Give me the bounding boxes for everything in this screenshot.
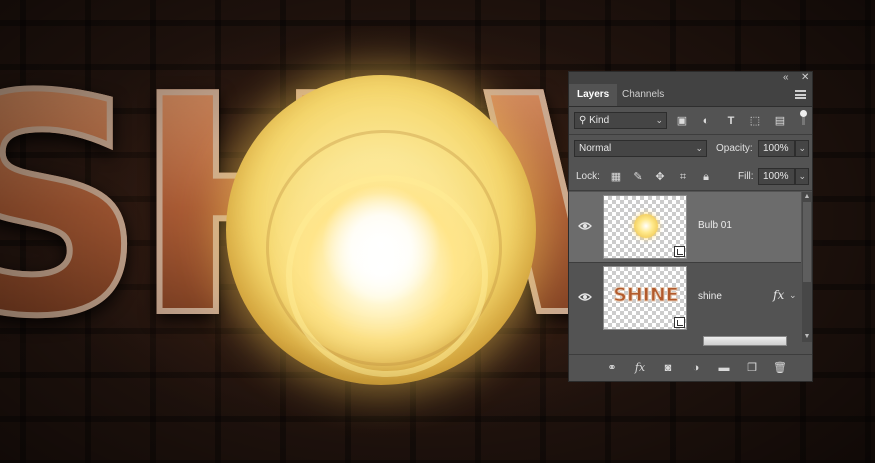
chevron-down-icon: ⌄ (655, 115, 663, 125)
scrollbar-thumb[interactable] (803, 202, 811, 282)
panel-titlebar[interactable]: « ✕ (569, 72, 812, 84)
adjustment-layer-icon[interactable]: ◑ (689, 361, 703, 375)
opacity-input[interactable]: 100% (758, 140, 795, 157)
lock-all-icon[interactable]: 🔒︎ (699, 170, 713, 184)
layer-thumbnail: SHINE (603, 266, 687, 330)
smart-object-icon (674, 317, 685, 328)
fill-input[interactable]: 100% (758, 168, 795, 185)
expand-effects-chevron-icon[interactable]: ⌄ (789, 290, 797, 301)
group-icon[interactable]: ▬ (717, 361, 731, 375)
trash-icon[interactable]: 🗑︎ (773, 361, 787, 375)
collapse-panel-icon[interactable]: « (783, 72, 789, 84)
adjustment-filter-icon[interactable]: ◐ (699, 114, 713, 128)
fill-label: Fill: (738, 171, 754, 182)
close-panel-icon[interactable]: ✕ (801, 72, 809, 84)
lock-transparent-icon[interactable]: ▦ (609, 170, 623, 184)
divider (569, 190, 812, 191)
bulb-thumbnail-image (634, 214, 658, 238)
opacity-label: Opacity: (716, 143, 753, 154)
panel-footer: ⚭ fx ◙ ◑ ▬ ❐ 🗑︎ (569, 354, 812, 381)
filter-kind-select[interactable]: ⚲ Kind ⌄ (574, 112, 667, 129)
link-layers-icon[interactable]: ⚭ (605, 361, 619, 375)
scroll-down-icon[interactable]: ▼ (802, 332, 812, 342)
tab-layers[interactable]: Layers (569, 84, 618, 106)
layer-effects-icon[interactable]: fx (773, 288, 784, 302)
lock-image-icon[interactable]: ✎ (631, 170, 645, 184)
lock-position-icon[interactable]: ✥ (653, 170, 667, 184)
layers-scrollbar[interactable]: ▲ ▼ (802, 192, 812, 342)
layer-row-bulb-01[interactable]: Bulb 01 (569, 192, 801, 262)
add-mask-icon[interactable]: ◙ (661, 361, 675, 375)
image-filter-icon[interactable]: ▣ (675, 114, 689, 128)
chevron-down-icon: ⌄ (695, 143, 703, 153)
smart-object-icon (674, 246, 685, 257)
lock-artboard-icon[interactable]: ⌗ (676, 170, 690, 184)
layers-panel: « ✕ Layers Channels ⚲ Kind ⌄ ▣ ◐ T ⬚ ▤ N… (568, 71, 813, 382)
add-style-icon[interactable]: fx (633, 361, 647, 375)
chevron-down-icon: ⌄ (798, 143, 806, 153)
layer-thumbnail (603, 195, 687, 259)
fill-dropdown[interactable]: ⌄ (795, 168, 809, 185)
chevron-down-icon: ⌄ (798, 171, 806, 181)
shine-thumbnail-text: SHINE (613, 284, 680, 307)
divider (569, 134, 812, 135)
type-filter-icon[interactable]: T (724, 114, 738, 128)
new-layer-icon[interactable]: ❐ (745, 361, 759, 375)
lock-label: Lock: (576, 171, 600, 182)
visibility-eye-icon[interactable] (578, 292, 592, 302)
opacity-dropdown[interactable]: ⌄ (795, 140, 809, 157)
fill-value: 100% (763, 171, 789, 182)
layer-row-shine[interactable]: SHINE shine fx ⌄ (569, 262, 801, 332)
blend-mode-value: Normal (579, 143, 612, 154)
opacity-value: 100% (763, 143, 789, 154)
panel-tabs: Layers Channels (569, 84, 812, 107)
blend-mode-select[interactable]: Normal ⌄ (574, 140, 707, 157)
filter-kind-value: Kind (589, 115, 610, 126)
scroll-up-icon[interactable]: ▲ (802, 192, 812, 202)
next-layer-thumbnail-partial (703, 336, 787, 346)
panel-menu-icon[interactable] (795, 90, 806, 99)
visibility-eye-icon[interactable] (578, 221, 592, 231)
filter-toggle-icon[interactable] (798, 110, 808, 125)
layer-name[interactable]: Bulb 01 (698, 220, 732, 231)
search-icon: ⚲ (579, 115, 590, 126)
tab-channels[interactable]: Channels (614, 84, 672, 106)
layer-name[interactable]: shine (698, 291, 722, 302)
shape-filter-icon[interactable]: ⬚ (748, 114, 762, 128)
smart-object-filter-icon[interactable]: ▤ (773, 114, 787, 128)
